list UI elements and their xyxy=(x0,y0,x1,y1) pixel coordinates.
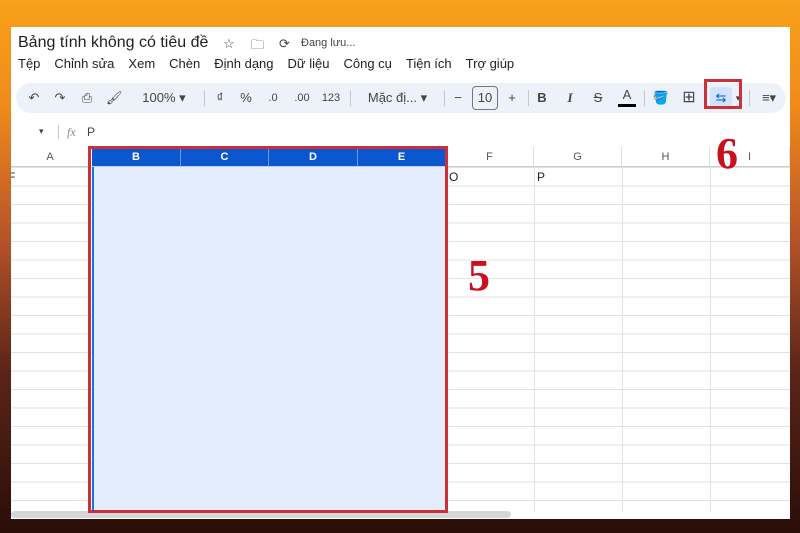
document-title[interactable]: Bảng tính không có tiêu đề xyxy=(18,34,208,52)
paint-format-icon[interactable]: 🖌 xyxy=(106,83,123,113)
zoom-value: 100% xyxy=(142,90,176,105)
column-header-h[interactable]: H xyxy=(622,147,710,167)
print-icon[interactable]: ⎙ xyxy=(79,83,95,113)
move-folder-icon[interactable]: 🗀 xyxy=(251,36,264,58)
name-box-dropdown-icon[interactable]: ▾ xyxy=(39,126,44,137)
strikethrough-button[interactable]: S xyxy=(590,83,606,113)
column-header-g[interactable]: G xyxy=(534,147,622,167)
percent-button[interactable]: % xyxy=(238,83,254,113)
redo-icon[interactable]: ↷ xyxy=(52,83,68,113)
increase-decimal-button[interactable]: .00 xyxy=(292,83,312,113)
menu-tools[interactable]: Công cụ xyxy=(343,56,391,71)
menu-format[interactable]: Định dạng xyxy=(214,56,273,71)
bold-button[interactable]: B xyxy=(534,83,550,113)
borders-icon[interactable]: ⊞ xyxy=(680,83,698,113)
fill-color-icon[interactable]: 🪣 xyxy=(652,83,670,113)
menu-view[interactable]: Xem xyxy=(128,56,155,71)
saving-status: Đang lưu... xyxy=(301,37,356,49)
cell-f1[interactable]: O xyxy=(449,170,458,184)
column-header-f[interactable]: F xyxy=(446,147,534,167)
zoom-select[interactable]: 100% ▾ xyxy=(134,83,194,113)
fx-icon: fx xyxy=(67,125,76,139)
font-value: Mặc đị... xyxy=(367,90,417,105)
number-format-button[interactable]: 123 xyxy=(320,83,342,113)
column-header-a[interactable]: A xyxy=(11,147,90,167)
menu-extensions[interactable]: Tiện ích xyxy=(406,56,452,71)
step-label-6: 6 xyxy=(716,129,738,178)
toolbar: ↶ ↷ ⎙ 🖌 100% ▾ ₫ % .0 .00 123 Mặc đị... … xyxy=(16,83,786,113)
formula-bar: ▾ fx P xyxy=(11,122,790,144)
selection-highlight-box xyxy=(88,146,448,513)
decrease-font-size-button[interactable]: − xyxy=(450,83,466,113)
menu-edit[interactable]: Chỉnh sửa xyxy=(54,56,114,71)
menu-file[interactable]: Tệp xyxy=(18,56,40,71)
font-size-input[interactable]: 10 xyxy=(472,86,498,110)
text-color-button[interactable]: A xyxy=(618,83,636,107)
currency-button[interactable]: ₫ xyxy=(212,83,228,113)
decrease-decimal-button[interactable]: .0 xyxy=(264,83,282,113)
align-select[interactable]: ≡▾ xyxy=(756,83,782,113)
menu-help[interactable]: Trợ giúp xyxy=(466,56,515,71)
sync-icon: ⟳ xyxy=(279,36,290,51)
menu-insert[interactable]: Chèn xyxy=(169,56,200,71)
undo-icon[interactable]: ↶ xyxy=(26,83,42,113)
italic-button[interactable]: I xyxy=(562,83,578,113)
formula-input[interactable]: P xyxy=(87,125,95,139)
font-select[interactable]: Mặc đị... ▾ xyxy=(360,83,435,113)
step-label-5: 5 xyxy=(468,251,490,300)
menu-data[interactable]: Dữ liệu xyxy=(288,56,330,71)
cell-a1[interactable]: F xyxy=(11,170,15,184)
star-icon[interactable]: ☆ xyxy=(223,36,235,52)
cell-g1[interactable]: P xyxy=(537,170,545,184)
menu-bar: Tệp Chỉnh sửa Xem Chèn Định dạng Dữ liệu… xyxy=(18,56,514,71)
merge-highlight-box xyxy=(704,79,742,109)
increase-font-size-button[interactable]: + xyxy=(504,83,520,113)
